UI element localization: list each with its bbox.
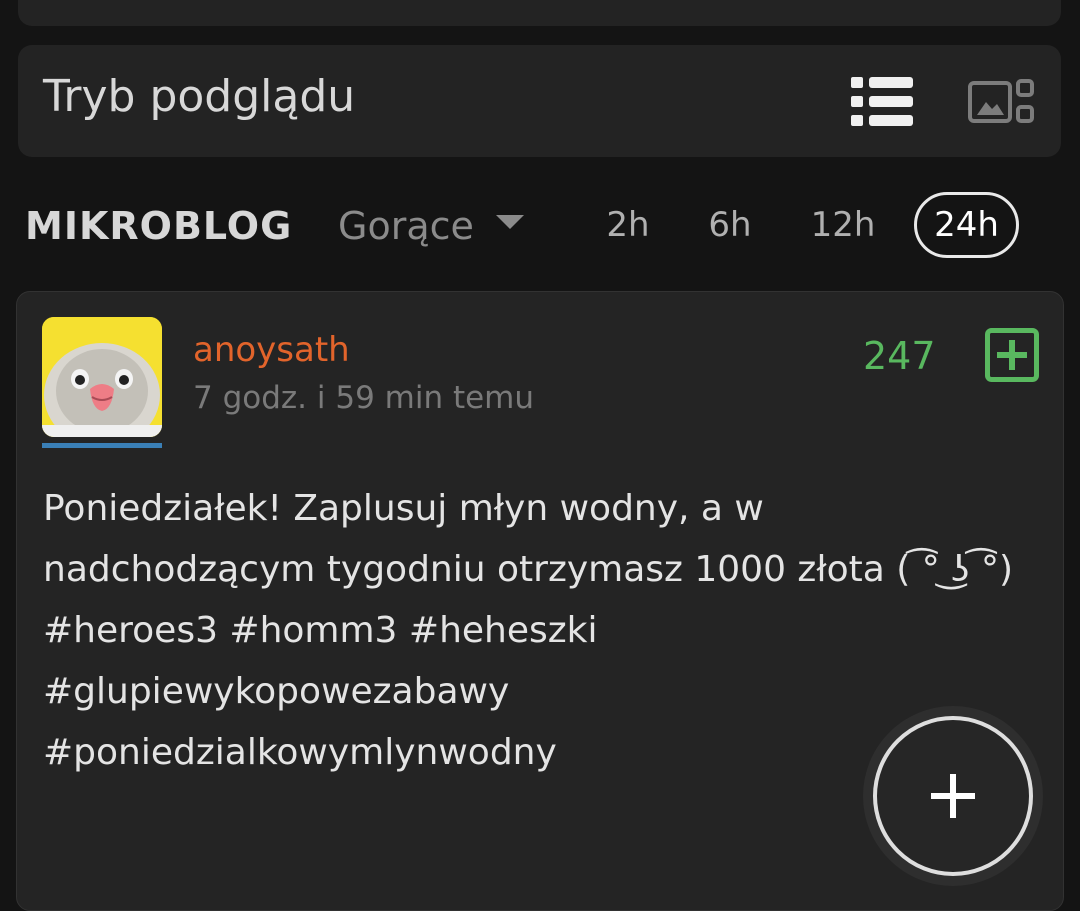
post-text: Poniedziałek! Zaplusuj młyn wodny, a w n…: [43, 488, 1013, 590]
top-card: [18, 0, 1061, 26]
post-body: Poniedziałek! Zaplusuj młyn wodny, a w n…: [43, 478, 1023, 783]
post-author[interactable]: anoysath: [193, 330, 350, 370]
period-6h[interactable]: 6h: [692, 192, 768, 258]
list-icon: [851, 77, 913, 126]
plus-square-icon: [985, 328, 1039, 382]
vote-count: 247: [863, 334, 936, 378]
sort-dropdown[interactable]: Gorące: [338, 204, 524, 248]
avatar-underline: [42, 443, 162, 448]
bird-avatar-icon: [42, 317, 162, 437]
add-post-button[interactable]: [873, 716, 1033, 876]
tag-line[interactable]: #glupiewykopowezabawy: [43, 661, 1023, 722]
avatar[interactable]: [42, 317, 162, 437]
plus-icon: [931, 774, 975, 818]
plus-vote-button[interactable]: [985, 328, 1039, 382]
preview-mode-bar: Tryb podglądu: [18, 45, 1061, 157]
period-12h[interactable]: 12h: [800, 192, 886, 258]
tag-line[interactable]: #heroes3 #homm3 #heheszki: [43, 600, 1023, 661]
chevron-down-icon: [495, 215, 524, 229]
image-view-button[interactable]: [968, 79, 1036, 125]
list-view-button[interactable]: [851, 77, 913, 127]
image-grid-icon: [968, 79, 1034, 123]
section-title: MIKROBLOG: [25, 204, 293, 248]
post-time: 7 godz. i 59 min temu: [193, 380, 535, 416]
sort-label: Gorące: [338, 204, 474, 248]
preview-mode-title: Tryb podglądu: [43, 71, 356, 122]
feed-filters: MIKROBLOG Gorące 2h 6h 12h 24h: [0, 190, 1080, 260]
period-2h[interactable]: 2h: [590, 192, 666, 258]
period-24h[interactable]: 24h: [914, 192, 1019, 258]
